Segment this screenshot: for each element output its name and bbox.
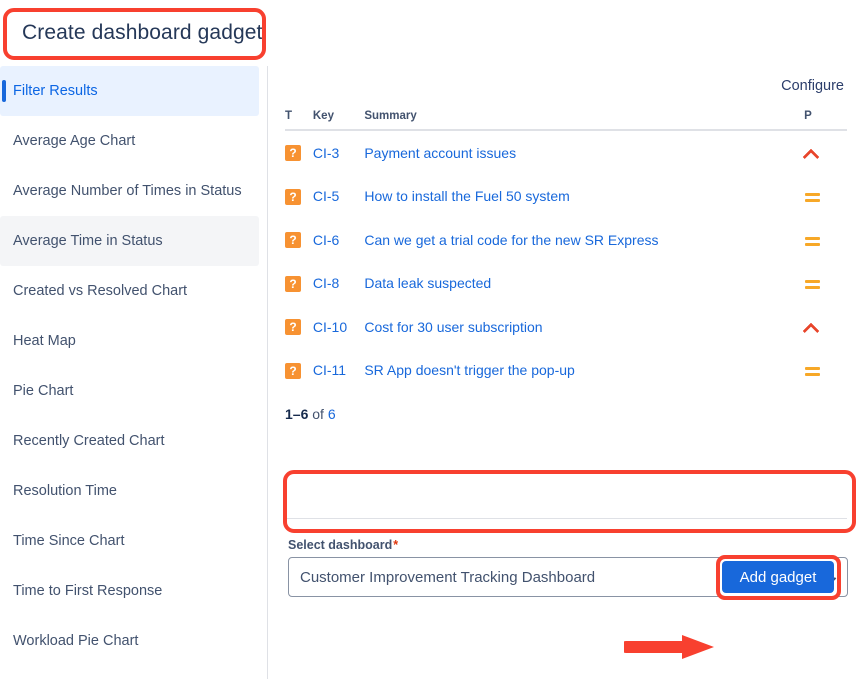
high-priority-icon (804, 145, 821, 162)
issue-summary-link[interactable]: Cost for 30 user subscription (364, 319, 542, 335)
question-mark-icon: ? (285, 188, 301, 205)
issue-type-cell: ? (285, 175, 313, 219)
question-mark-icon: ? (285, 319, 301, 336)
sidebar-item-workload-pie-chart[interactable]: Workload Pie Chart (0, 616, 259, 666)
issue-summary-cell: Can we get a trial code for the new SR E… (364, 218, 804, 262)
issue-type-cell: ? (285, 305, 313, 349)
issue-summary-cell: Payment account issues (364, 130, 804, 175)
pagination-connector: of (308, 406, 328, 422)
sidebar-item-average-time-in-status[interactable]: Average Time in Status (0, 216, 259, 266)
add-gadget-button[interactable]: Add gadget (722, 561, 834, 593)
question-mark-icon: ? (285, 362, 301, 379)
column-header-summary: Summary (364, 110, 805, 131)
issue-key-cell: CI-11 (313, 349, 364, 393)
issue-summary-link[interactable]: Payment account issues (364, 145, 516, 161)
sidebar-item-heat-map[interactable]: Heat Map (0, 316, 259, 366)
table-row: ? CI-6 Can we get a trial code for the n… (285, 218, 847, 262)
selection-marker (2, 80, 6, 102)
select-dashboard-value: Customer Improvement Tracking Dashboard (300, 568, 596, 586)
sidebar-item-label: Created vs Resolved Chart (13, 283, 188, 299)
issue-priority-cell (804, 130, 847, 175)
table-row: ? CI-5 How to install the Fuel 50 system (285, 175, 847, 219)
configure-link[interactable]: Configure (781, 78, 844, 94)
question-mark-icon: ? (285, 145, 301, 162)
issue-key-link[interactable]: CI-3 (313, 145, 339, 161)
issue-summary-link[interactable]: Data leak suspected (364, 275, 491, 291)
sidebar-item-average-age-chart[interactable]: Average Age Chart (0, 116, 259, 166)
issue-priority-cell (804, 349, 847, 393)
table-row: ? CI-11 SR App doesn't trigger the pop-u… (285, 349, 847, 393)
issue-key-link[interactable]: CI-11 (313, 362, 346, 378)
medium-priority-icon (804, 275, 821, 292)
medium-priority-icon (804, 362, 821, 379)
sidebar-item-label: Average Age Chart (13, 133, 136, 149)
issue-summary-link[interactable]: Can we get a trial code for the new SR E… (364, 232, 658, 248)
pagination-total[interactable]: 6 (328, 406, 336, 422)
sidebar-item-label: Filter Results (13, 83, 98, 99)
sidebar-item-time-since-chart[interactable]: Time Since Chart (0, 516, 259, 566)
sidebar-item-average-number-of-times-in-status[interactable]: Average Number of Times in Status (0, 166, 259, 216)
sidebar-item-label: Average Time in Status (13, 233, 163, 249)
issue-summary-cell: SR App doesn't trigger the pop-up (364, 349, 804, 393)
issue-key-cell: CI-5 (313, 175, 364, 219)
sidebar-item-resolution-time[interactable]: Resolution Time (0, 466, 259, 516)
sidebar-item-time-to-first-response[interactable]: Time to First Response (0, 566, 259, 616)
table-header-row: T Key Summary P (285, 110, 847, 131)
issue-type-cell: ? (285, 130, 313, 175)
issue-type-cell: ? (285, 262, 313, 306)
high-priority-icon (804, 319, 821, 336)
question-mark-icon: ? (285, 275, 301, 292)
sidebar-item-label: Average Number of Times in Status (13, 183, 242, 199)
table-row: ? CI-3 Payment account issues (285, 130, 847, 175)
sidebar-item-recently-created-chart[interactable]: Recently Created Chart (0, 416, 259, 466)
issue-priority-cell (804, 262, 847, 306)
issue-key-cell: CI-6 (313, 218, 364, 262)
issue-key-cell: CI-3 (313, 130, 364, 175)
sidebar-item-label: Pie Chart (13, 383, 74, 399)
table-row: ? CI-8 Data leak suspected (285, 262, 847, 306)
issue-type-cell: ? (285, 349, 313, 393)
sidebar-item-filter-results[interactable]: Filter Results (0, 66, 259, 116)
issue-priority-cell (804, 305, 847, 349)
column-header-key: Key (312, 110, 365, 131)
issue-key-cell: CI-8 (313, 262, 364, 306)
column-header-priority: P (804, 110, 847, 131)
gadget-type-sidebar: Filter Results Average Age Chart Average… (0, 66, 268, 679)
issue-key-link[interactable]: CI-5 (313, 188, 339, 204)
pagination-summary: 1–6 of 6 (285, 406, 336, 422)
issue-key-link[interactable]: CI-6 (313, 232, 339, 248)
issue-priority-cell (804, 218, 847, 262)
question-mark-icon: ? (285, 232, 301, 249)
issue-summary-cell: Cost for 30 user subscription (364, 305, 804, 349)
issue-key-cell: CI-10 (313, 305, 364, 349)
issue-summary-link[interactable]: SR App doesn't trigger the pop-up (364, 362, 574, 378)
sidebar-item-label: Resolution Time (13, 483, 117, 499)
issues-table: T Key Summary P ? CI-3 Payment account i… (285, 110, 847, 392)
sidebar-item-pie-chart[interactable]: Pie Chart (0, 366, 259, 416)
sidebar-item-created-vs-resolved-chart[interactable]: Created vs Resolved Chart (0, 266, 259, 316)
issue-summary-cell: Data leak suspected (364, 262, 804, 306)
medium-priority-icon (804, 232, 821, 249)
sidebar-item-label: Workload Pie Chart (13, 633, 139, 649)
page-title: Create dashboard gadget (22, 21, 263, 44)
issue-type-cell: ? (285, 218, 313, 262)
sidebar-item-label: Heat Map (13, 333, 76, 349)
column-header-type: T (285, 110, 313, 131)
table-row: ? CI-10 Cost for 30 user subscription (285, 305, 847, 349)
sidebar-item-label: Time to First Response (13, 583, 163, 599)
required-asterisk: * (393, 538, 399, 552)
pagination-range: 1–6 (285, 406, 309, 422)
issue-summary-cell: How to install the Fuel 50 system (364, 175, 804, 219)
issue-key-link[interactable]: CI-10 (313, 319, 347, 335)
select-dashboard-label: Select dashboard* (288, 538, 850, 552)
form-divider (285, 518, 847, 519)
medium-priority-icon (804, 188, 821, 205)
issue-key-link[interactable]: CI-8 (313, 275, 339, 291)
issue-priority-cell (804, 175, 847, 219)
sidebar-item-label: Recently Created Chart (13, 433, 165, 449)
issue-summary-link[interactable]: How to install the Fuel 50 system (364, 188, 569, 204)
select-dashboard-label-text: Select dashboard (288, 538, 393, 552)
sidebar-item-label: Time Since Chart (13, 533, 125, 549)
